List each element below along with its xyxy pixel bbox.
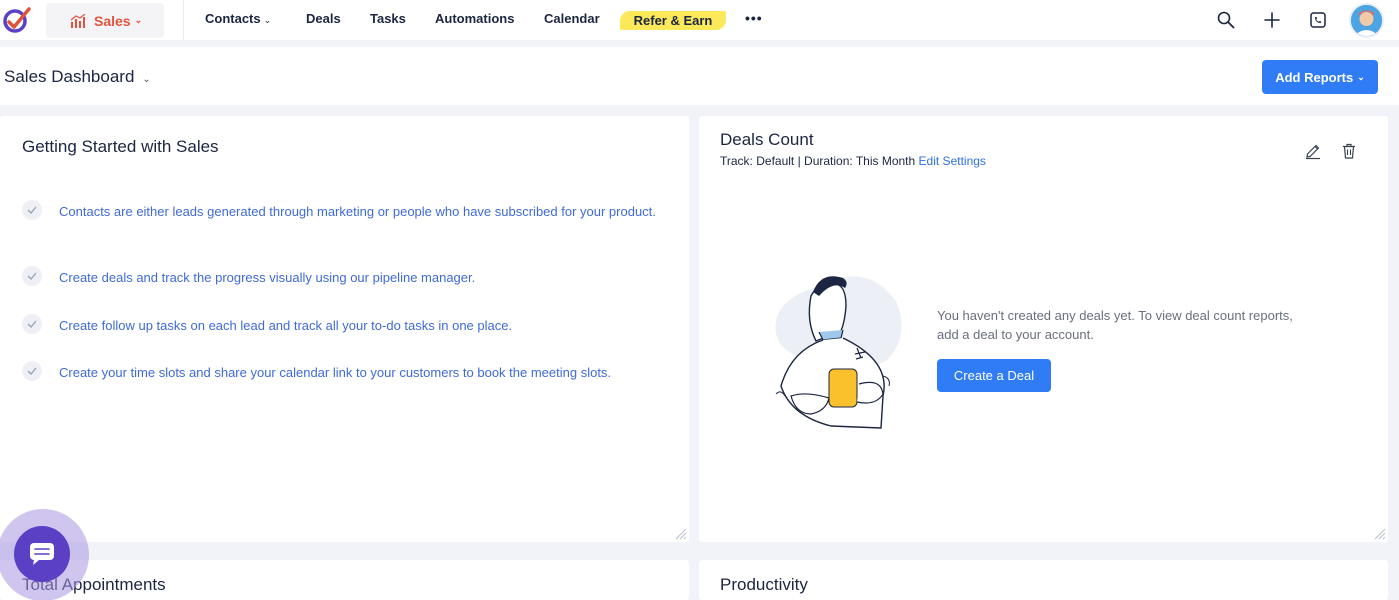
deals-count-card: Deals Count Track: Default | Duration: T… [699, 116, 1388, 542]
check-icon [22, 266, 42, 286]
module-label: Sales [94, 12, 131, 29]
avatar-icon [1351, 5, 1382, 36]
page-header: Sales Dashboard ⌄ Add Reports ⌄ [0, 47, 1399, 105]
dashboard-selector[interactable]: Sales Dashboard ⌄ [4, 67, 151, 87]
getting-started-card: Getting Started with Sales Contacts are … [0, 116, 689, 542]
add-reports-button[interactable]: Add Reports ⌄ [1262, 60, 1378, 94]
edit-icon[interactable] [1304, 142, 1322, 160]
track-duration-text: Track: Default | Duration: This Month [720, 154, 916, 168]
appointments-card: Total Appointments [0, 560, 689, 600]
chevron-down-icon: ⌄ [142, 74, 151, 85]
edit-settings-link[interactable]: Edit Settings [919, 154, 986, 168]
add-reports-label: Add Reports [1275, 69, 1354, 85]
refer-earn-button[interactable]: Refer & Earn [620, 11, 726, 30]
chevron-down-icon: ⌄ [134, 15, 143, 25]
empty-state-message: You haven't created any deals yet. To vi… [937, 308, 1293, 342]
nav-calendar[interactable]: Calendar [544, 11, 600, 26]
dialer-icon[interactable] [1309, 11, 1327, 29]
resize-grip-icon[interactable] [1370, 524, 1386, 540]
chat-button[interactable] [14, 526, 70, 582]
top-nav: Sales ⌄ Contacts ⌄ Deals Tasks Automation… [0, 0, 1399, 40]
productivity-card: Productivity [699, 560, 1388, 600]
check-icon [22, 361, 42, 381]
chevron-down-icon: ⌄ [1357, 71, 1365, 82]
deals-count-meta: Track: Default | Duration: This Month Ed… [720, 154, 986, 168]
chat-icon [30, 543, 54, 565]
empty-state-illustration [775, 276, 902, 429]
step-text[interactable]: Create follow up tasks on each lead and … [59, 316, 512, 335]
more-menu[interactable]: ••• [745, 10, 763, 26]
nav-contacts-label: Contacts [205, 11, 261, 26]
productivity-title: Productivity [720, 575, 808, 594]
create-deal-button[interactable]: Create a Deal [937, 359, 1051, 392]
resize-grip-icon[interactable] [671, 524, 687, 540]
nav-deals[interactable]: Deals [306, 11, 341, 26]
search-icon[interactable] [1217, 11, 1235, 29]
step-text[interactable]: Create your time slots and share your ca… [59, 363, 611, 382]
nav-divider [183, 0, 184, 40]
logo-icon[interactable] [2, 5, 32, 35]
module-switcher[interactable]: Sales ⌄ [46, 3, 164, 38]
plus-icon[interactable] [1263, 11, 1281, 29]
list-item: Create your time slots and share your ca… [22, 361, 662, 382]
check-icon [22, 200, 42, 220]
deals-count-title: Deals Count [720, 130, 814, 149]
nav-contacts[interactable]: Contacts ⌄ [205, 11, 271, 26]
list-item: Contacts are either leads generated thro… [22, 200, 662, 221]
check-icon [22, 314, 42, 334]
list-item: Create follow up tasks on each lead and … [22, 314, 662, 335]
avatar[interactable] [1349, 3, 1384, 38]
chevron-down-icon: ⌄ [263, 15, 272, 25]
chart-icon [70, 14, 86, 28]
getting-started-title: Getting Started with Sales [22, 137, 219, 156]
step-text[interactable]: Contacts are either leads generated thro… [59, 202, 656, 221]
trash-icon[interactable] [1340, 142, 1358, 160]
list-item: Create deals and track the progress visu… [22, 266, 662, 287]
page-title: Sales Dashboard [4, 67, 135, 86]
step-text[interactable]: Create deals and track the progress visu… [59, 268, 475, 287]
nav-automations[interactable]: Automations [435, 11, 514, 26]
nav-tasks[interactable]: Tasks [370, 11, 406, 26]
